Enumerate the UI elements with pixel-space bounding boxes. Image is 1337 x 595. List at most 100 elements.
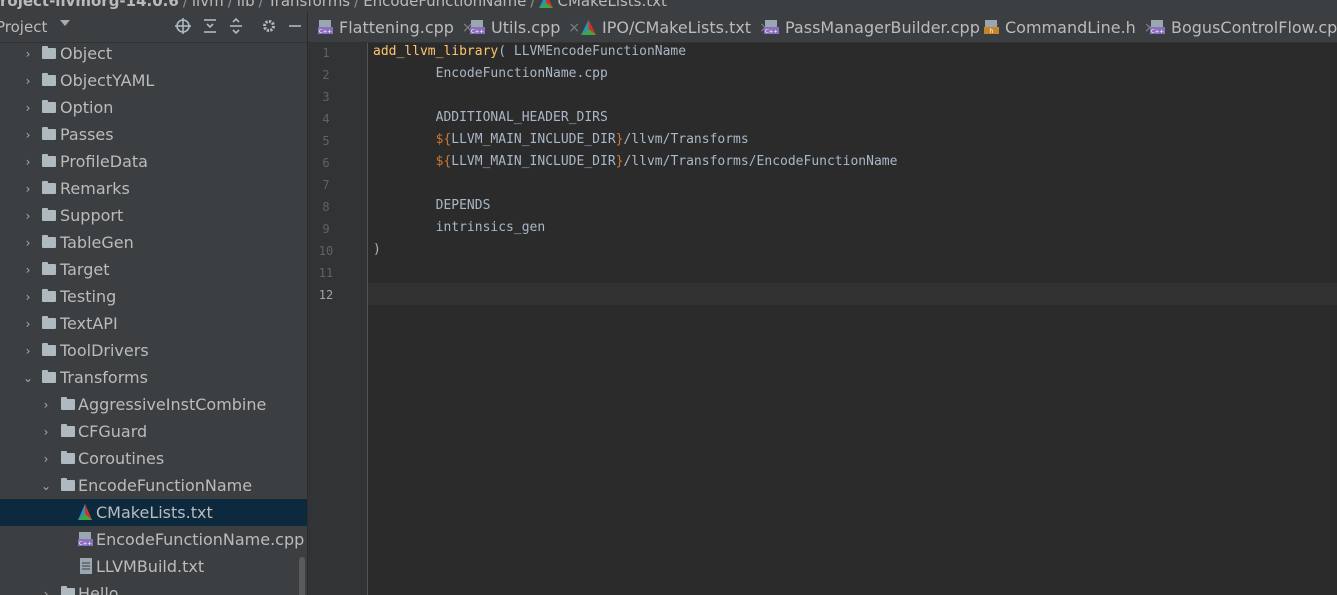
svg-text:C++: C++	[1151, 29, 1164, 35]
tree-item-object[interactable]: › Object	[0, 40, 307, 67]
tree-item-target[interactable]: › Target	[0, 256, 307, 283]
tree-item-support[interactable]: › Support	[0, 202, 307, 229]
tree-item-objectyaml[interactable]: › ObjectYAML	[0, 67, 307, 94]
tree-item-testing[interactable]: › Testing	[0, 283, 307, 310]
code-line[interactable]: ${LLVM_MAIN_INCLUDE_DIR}/llvm/Transforms…	[373, 151, 898, 173]
tree-item-label: TextAPI	[60, 314, 118, 333]
tab-label: PassManagerBuilder.cpp	[785, 18, 980, 37]
chevron-right-icon[interactable]: ›	[22, 101, 34, 115]
tab-flattening[interactable]: C++ Flattening.cpp ×	[318, 12, 474, 42]
code-editor[interactable]: 1 2 3 4 5 6 7 8 9 10 11 12 add_llvm_libr…	[308, 43, 1337, 595]
tree-item-encodefunctionname[interactable]: ⌄ EncodeFunctionName	[0, 472, 307, 499]
chevron-right-icon[interactable]: ›	[22, 263, 34, 277]
close-icon[interactable]: ×	[568, 20, 580, 36]
chevron-right-icon[interactable]: ›	[22, 317, 34, 331]
chevron-right-icon[interactable]: ›	[22, 74, 34, 88]
chevron-right-icon[interactable]: ›	[22, 290, 34, 304]
tree-item-profiledata[interactable]: › ProfileData	[0, 148, 307, 175]
tab-utils[interactable]: C++ Utils.cpp ×	[470, 12, 580, 42]
tree-item-llvmbuild[interactable]: LLVMBuild.txt	[0, 553, 307, 580]
sidebar-scrollbar[interactable]	[299, 557, 305, 595]
expand-all-icon[interactable]	[201, 18, 219, 36]
folder-icon	[61, 424, 75, 437]
folder-icon	[42, 100, 56, 113]
chevron-right-icon[interactable]: ›	[22, 155, 34, 169]
cpp-file-icon: C++	[470, 20, 485, 35]
tree-item-textapi[interactable]: › TextAPI	[0, 310, 307, 337]
chevron-right-icon[interactable]: ›	[22, 236, 34, 250]
tree-item-cfguard[interactable]: › CFGuard	[0, 418, 307, 445]
tree-item-cmakelists[interactable]: CMakeLists.txt	[0, 499, 307, 526]
code-line[interactable]: ${LLVM_MAIN_INCLUDE_DIR}/llvm/Transforms	[373, 129, 749, 151]
chevron-right-icon[interactable]: ›	[40, 398, 52, 412]
gear-icon[interactable]	[260, 18, 278, 36]
breadcrumb-item[interactable]: CMakeLists.txt	[557, 0, 666, 10]
tree-item-hello[interactable]: › Hello	[0, 580, 307, 595]
chevron-down-icon[interactable]: ⌄	[40, 479, 52, 493]
tree-item-tooldrivers[interactable]: › ToolDrivers	[0, 337, 307, 364]
collapse-all-icon[interactable]	[227, 17, 245, 36]
chevron-right-icon[interactable]: ›	[40, 425, 52, 439]
folder-icon	[61, 451, 75, 464]
chevron-right-icon[interactable]: ›	[22, 182, 34, 196]
tree-item-label: Passes	[60, 125, 114, 144]
tree-item-label: Target	[60, 260, 110, 279]
tab-passmanagerbuilder[interactable]: C++ PassManagerBuilder.cpp ×	[764, 12, 1000, 42]
breadcrumb: roject-llvmorg-14.0.6 / llvm / lib / Tra…	[0, 0, 1337, 12]
chevron-right-icon[interactable]: ›	[22, 344, 34, 358]
svg-text:h: h	[990, 28, 994, 35]
locate-icon[interactable]	[174, 18, 192, 36]
tree-item-passes[interactable]: › Passes	[0, 121, 307, 148]
code-line[interactable]: intrinsics_gen	[373, 217, 546, 239]
tree-item-aggressiveinstcombine[interactable]: › AggressiveInstCombine	[0, 391, 307, 418]
hide-icon[interactable]	[286, 18, 304, 36]
folder-icon	[42, 343, 56, 356]
tree-item-transforms[interactable]: ⌄ Transforms	[0, 364, 307, 391]
svg-text:C++: C++	[471, 29, 484, 35]
chevron-down-icon[interactable]	[60, 20, 70, 26]
chevron-right-icon[interactable]: ›	[22, 128, 34, 142]
breadcrumb-item[interactable]: EncodeFunctionName	[363, 0, 526, 10]
sidebar-title[interactable]: Project	[0, 18, 47, 36]
tree-item-label: AggressiveInstCombine	[78, 395, 267, 414]
tree-item-option[interactable]: › Option	[0, 94, 307, 121]
chevron-right-icon[interactable]: ›	[40, 452, 52, 466]
tab-ipo-cmakelists[interactable]: IPO/CMakeLists.txt ×	[581, 12, 771, 42]
sidebar-header: Project	[0, 12, 307, 43]
tab-boguscontrolflow[interactable]: C++ BogusControlFlow.cpp	[1150, 12, 1337, 42]
header-file-icon: h	[984, 20, 999, 35]
line-number: 12	[318, 288, 334, 302]
breadcrumb-item[interactable]: lib	[237, 0, 255, 10]
chevron-right-icon[interactable]: ›	[22, 209, 34, 223]
tree-item-label: Option	[60, 98, 114, 117]
svg-text:C++: C++	[765, 29, 778, 35]
line-number: 2	[322, 68, 330, 82]
current-line-highlight	[368, 283, 1337, 305]
line-number: 5	[322, 134, 330, 148]
chevron-right-icon[interactable]: ›	[22, 47, 34, 61]
tree-item-label: ToolDrivers	[60, 341, 149, 360]
breadcrumb-item[interactable]: roject-llvmorg-14.0.6	[0, 0, 179, 10]
code-line[interactable]: )	[373, 239, 381, 261]
tree-item-encodefunctionname-cpp[interactable]: C++ EncodeFunctionName.cpp	[0, 526, 307, 553]
tree-item-label: Support	[60, 206, 124, 225]
code-line[interactable]: EncodeFunctionName.cpp	[373, 63, 608, 85]
tree-item-coroutines[interactable]: › Coroutines	[0, 445, 307, 472]
folder-icon	[42, 235, 56, 248]
line-number: 7	[322, 178, 330, 192]
line-number: 10	[318, 244, 334, 258]
code-line[interactable]: add_llvm_library( LLVMEncodeFunctionName	[373, 41, 686, 63]
breadcrumb-item[interactable]: llvm	[192, 0, 224, 10]
tree-item-remarks[interactable]: › Remarks	[0, 175, 307, 202]
tree-item-tablegen[interactable]: › TableGen	[0, 229, 307, 256]
tab-commandline[interactable]: h CommandLine.h ×	[984, 12, 1156, 42]
folder-icon	[42, 46, 56, 59]
code-line[interactable]: ADDITIONAL_HEADER_DIRS	[373, 107, 608, 129]
breadcrumb-item[interactable]: Transforms	[268, 0, 350, 10]
project-tree: › Object › ObjectYAML › Option › Passes …	[0, 40, 307, 595]
folder-icon	[42, 289, 56, 302]
chevron-down-icon[interactable]: ⌄	[22, 371, 34, 385]
chevron-right-icon[interactable]: ›	[40, 587, 52, 595]
code-line[interactable]: DEPENDS	[373, 195, 491, 217]
folder-icon	[42, 181, 56, 194]
